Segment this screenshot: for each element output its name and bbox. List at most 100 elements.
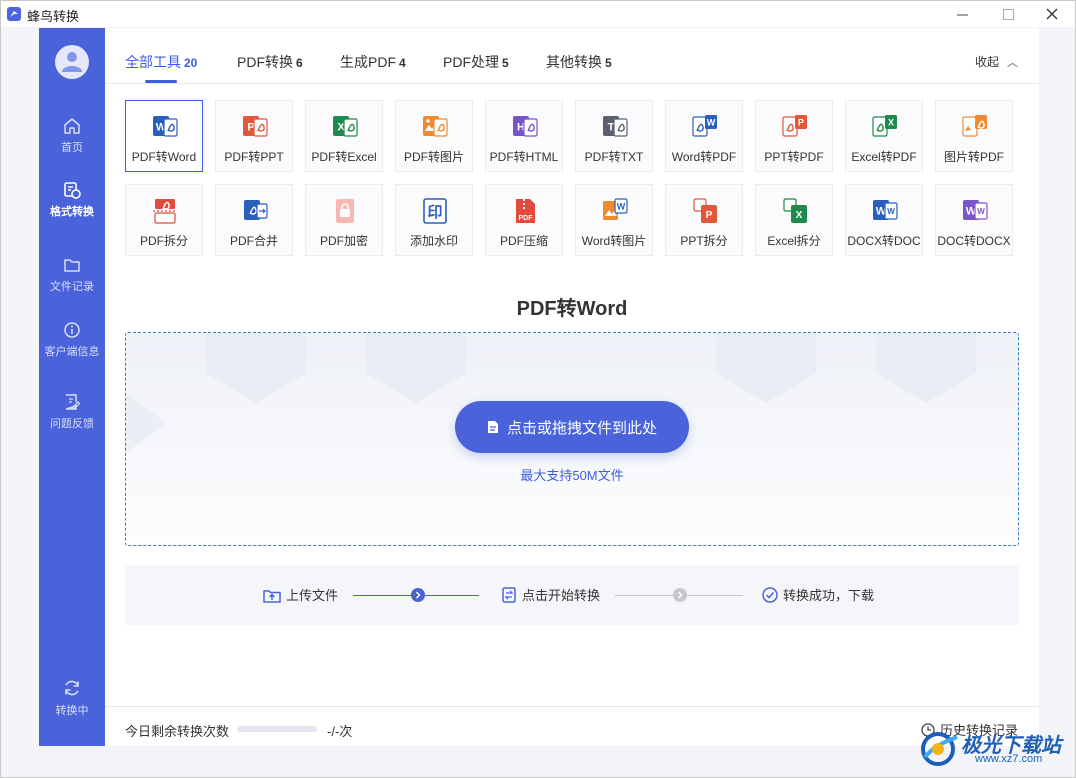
pdf-to-html-icon: H [513,116,538,137]
tool-label: PDF转PPT [224,150,284,164]
tab-pdf-process[interactable]: PDF处理 5 [443,52,509,72]
avatar[interactable] [55,45,89,79]
step-arrow-icon [411,588,425,602]
minimize-button[interactable] [939,1,985,27]
tab-label: 全部工具 [125,54,181,70]
app-logo-icon [7,7,21,21]
tool-ppt-split[interactable]: P PPT拆分 [665,184,743,256]
sidebar-item-format-convert[interactable]: 格式转换 [39,181,105,231]
tool-label: PDF合并 [229,234,278,248]
tool-doc-to-docx[interactable]: W W DOC转DOCX [935,184,1013,256]
site-watermark: 极光下载站 www.xz7.com [917,727,1071,773]
tab-bar: 全部工具 20 PDF转换 6 生成PDF 4 PDF处理 5 其他转换 5 收起 ︿ [105,28,1039,84]
tool-docx-to-doc[interactable]: W W DOCX转DOC [845,184,923,256]
word-to-pdf-icon: W [692,115,717,137]
tool-label: 图片转PDF [943,150,1004,164]
converting-status[interactable]: 转换中 [39,678,105,728]
watermark-icon: 印 [423,198,447,224]
maximize-button[interactable] [985,1,1031,27]
collapse-button[interactable]: 收起 ︿ [975,53,1018,70]
pdf-to-image-icon [423,116,448,137]
tool-label: PDF转TXT [584,150,644,164]
tool-image-to-pdf[interactable]: 图片转PDF [935,100,1013,172]
tool-pdf-encrypt[interactable]: PDF加密 [305,184,383,256]
sidebar-item-label: 首页 [61,142,83,154]
pdf-to-ppt-icon: P [243,116,268,137]
svg-text:P: P [706,210,713,221]
tool-word-to-image[interactable]: W Word转图片 [575,184,653,256]
step-connector [687,595,743,596]
tool-pdf-to-image[interactable]: PDF转图片 [395,100,473,172]
word-to-image-icon: W [603,198,628,220]
step-connector [353,595,413,596]
tool-pdf-to-word[interactable]: W PDF转Word [125,100,203,172]
app-title: 蜂鸟转换 [27,9,80,24]
file-icon [487,421,498,433]
tool-pdf-compress[interactable]: PDF PDF压缩 [485,184,563,256]
tab-other-convert[interactable]: 其他转换 5 [546,52,612,72]
svg-text:P: P [798,118,804,128]
pdf-to-excel-icon: X [333,116,358,137]
converting-status-label: 转换中 [55,705,89,717]
tool-label: PDF转HTML [489,150,559,164]
feedback-icon [65,394,81,410]
close-button[interactable] [1029,1,1075,27]
pdf-to-word-icon: W [153,116,178,137]
tool-pdf-to-excel[interactable]: X PDF转Excel [305,100,383,172]
sidebar-item-label: 格式转换 [50,206,94,218]
tab-label: 其他转换 [546,54,602,70]
sidebar-item-feedback[interactable]: 问题反馈 [39,393,105,443]
tool-excel-split[interactable]: X Excel拆分 [755,184,833,256]
step-label: 点击开始转换 [522,588,601,603]
upload-file-button[interactable]: 点击或拖拽文件到此处 [455,401,689,453]
tab-count: 4 [399,56,406,70]
tab-pdf-convert[interactable]: PDF转换 6 [237,52,303,72]
step-arrow-icon [673,588,687,602]
tool-pdf-to-ppt[interactable]: P PDF转PPT [215,100,293,172]
ppt-split-icon: P [693,198,717,223]
tool-pdf-to-txt[interactable]: T PDF转TXT [575,100,653,172]
tool-watermark[interactable]: 印添加水印 [395,184,473,256]
ppt-to-pdf-icon: P [782,115,807,137]
tool-label: DOCX转DOC [847,234,921,248]
tool-pdf-split[interactable]: PDF拆分 [125,184,203,256]
tab-count: 5 [502,56,509,70]
image-to-pdf-icon [962,115,987,137]
tool-excel-to-pdf[interactable]: X Excel转PDF [845,100,923,172]
watermark-url: www.xz7.com [975,753,1043,765]
tool-label: PDF转Word [131,150,197,164]
file-dropzone[interactable]: 点击或拖拽文件到此处 最大支持50M文件 [125,332,1019,546]
sidebar-item-client-info[interactable]: 客户端信息 [39,321,105,371]
tool-label: 添加水印 [409,234,458,248]
svg-text:W: W [887,207,895,216]
tool-label: PPT拆分 [680,234,728,248]
tab-count: 20 [184,56,198,70]
step-upload: 上传文件 [263,585,338,604]
tool-label: PDF拆分 [139,234,188,248]
tool-word-to-pdf[interactable]: W Word转PDF [665,100,743,172]
svg-text:W: W [617,202,626,212]
tab-label: PDF转换 [237,54,293,70]
process-steps: 上传文件 点击开始转换 转换成功，下载 [125,565,1019,625]
tool-pdf-to-html[interactable]: H PDF转HTML [485,100,563,172]
remaining-count-bar [237,726,317,732]
doc-to-docx-icon: WW [963,200,988,220]
tab-create-pdf[interactable]: 生成PDF 4 [340,52,406,72]
refresh-icon [65,680,79,696]
tool-label: PPT转PDF [764,150,824,164]
excel-split-icon: X [783,198,807,223]
tool-pdf-merge[interactable]: PDF合并 [215,184,293,256]
tool-ppt-to-pdf[interactable]: P PPT转PDF [755,100,833,172]
step-success: 转换成功，下载 [762,585,874,604]
active-tab-indicator [145,80,177,83]
collapse-label: 收起 [975,55,1000,69]
sidebar-item-file-records[interactable]: 文件记录 [39,256,105,306]
tab-count: 6 [296,56,303,70]
footer-bar: 今日剩余转换次数 -/-次 历史转换记录 [105,706,1039,746]
sidebar-item-home[interactable]: 首页 [39,117,105,167]
svg-text:印: 印 [427,203,442,221]
home-icon [64,118,80,134]
tab-all-tools[interactable]: 全部工具 20 [125,52,197,72]
tool-label: DOC转DOCX [937,234,1011,248]
pdf-merge-icon [244,200,268,220]
